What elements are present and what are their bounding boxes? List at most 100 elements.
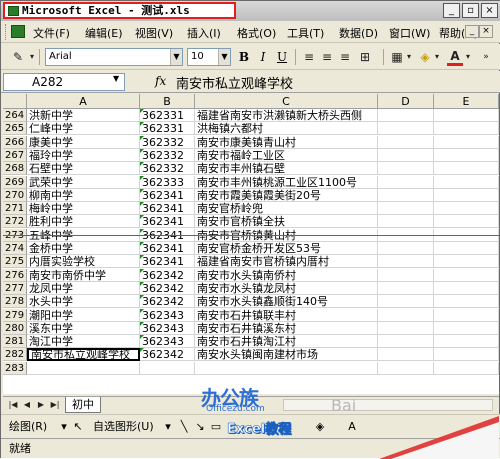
cell-b[interactable]: 362342 — [140, 295, 195, 309]
row-header[interactable]: 276 — [3, 268, 27, 282]
cell-e[interactable] — [434, 255, 499, 269]
cell-a[interactable] — [27, 361, 140, 375]
chevron-down-icon[interactable]: ▼ — [113, 74, 119, 83]
cell-b[interactable]: 362331 — [140, 109, 195, 122]
merge-center-icon[interactable]: ⊞ — [357, 49, 373, 65]
row-header[interactable]: 279 — [3, 308, 27, 322]
cell-a[interactable]: 武荣中学 — [27, 175, 140, 189]
row-header[interactable]: 275 — [3, 255, 27, 269]
cell-d[interactable] — [378, 242, 434, 255]
cell-d[interactable] — [378, 321, 434, 335]
cell-b[interactable]: 362333 — [140, 175, 195, 189]
close-button[interactable]: × — [481, 3, 498, 18]
column-header-e[interactable]: E — [434, 94, 499, 109]
menu-data[interactable]: 数据(D) — [339, 25, 378, 41]
cell-a[interactable]: 石壁中学 — [27, 162, 140, 176]
row-header[interactable]: 272 — [3, 215, 27, 229]
cell-e[interactable] — [434, 348, 499, 362]
cell-d[interactable] — [378, 361, 434, 375]
menu-format[interactable]: 格式(O) — [237, 25, 276, 41]
column-header-b[interactable]: B — [140, 94, 195, 109]
formula-input[interactable]: 南安市私立观峰学校 — [176, 73, 293, 92]
row-header[interactable]: 283 — [3, 361, 27, 375]
cell-a[interactable]: 梅岭中学 — [27, 202, 140, 216]
select-objects-icon[interactable]: ↖ — [71, 420, 85, 434]
fill-color-icon[interactable]: ◈ — [313, 420, 327, 434]
cell-c[interactable] — [195, 361, 378, 375]
chevron-down-icon[interactable]: ▾ — [161, 420, 175, 434]
cell-e[interactable] — [434, 148, 499, 162]
cell-c[interactable]: 南安市丰州镇桃源工业区1100号 — [195, 175, 378, 189]
format-painter-icon[interactable]: ✎ — [9, 49, 27, 65]
cell-b[interactable]: 362331 — [140, 122, 195, 136]
cell-d[interactable] — [378, 348, 434, 362]
rectangle-icon[interactable]: ▭ — [209, 420, 223, 434]
last-sheet-button[interactable]: ▶| — [49, 399, 61, 411]
chevron-down-icon[interactable]: ▾ — [464, 49, 472, 65]
toolbar-options-icon[interactable]: ▾ — [27, 49, 37, 65]
row-header[interactable]: 274 — [3, 242, 27, 255]
doc-minimize-button[interactable]: _ — [465, 25, 479, 38]
selected-cell[interactable]: 南安市私立观峰学校 — [27, 348, 140, 362]
font-name-combo[interactable]: Arial ▼ — [45, 48, 183, 66]
cell-a[interactable]: 康美中学 — [27, 135, 140, 149]
row-header[interactable]: 271 — [3, 202, 27, 216]
cell-c[interactable]: 南安市水头镇鑫顺街140号 — [195, 295, 378, 309]
draw-menu-button[interactable]: 绘图(R) — [9, 420, 47, 434]
cell-d[interactable] — [378, 281, 434, 295]
menu-view[interactable]: 视图(V) — [135, 25, 173, 41]
cell-b[interactable] — [140, 361, 195, 375]
cell-d[interactable] — [378, 268, 434, 282]
chevron-down-icon[interactable]: ▾ — [57, 420, 71, 434]
autoshapes-button[interactable]: 自选图形(U) — [93, 420, 154, 434]
cell-c[interactable]: 南安市水头镇龙凤村 — [195, 281, 378, 295]
select-all-corner[interactable] — [3, 94, 27, 109]
toolbar-options-icon[interactable]: » — [479, 49, 493, 65]
cell-b[interactable]: 362343 — [140, 308, 195, 322]
chevron-down-icon[interactable]: ▼ — [218, 49, 230, 65]
row-header[interactable]: 264 — [3, 109, 27, 122]
cell-c[interactable]: 南安市水头镇南侨村 — [195, 268, 378, 282]
font-size-combo[interactable]: 10 ▼ — [187, 48, 231, 66]
cell-a[interactable]: 内厝实验学校 — [27, 255, 140, 269]
line-icon[interactable]: ╲ — [177, 420, 191, 434]
cell-e[interactable] — [434, 175, 499, 189]
restore-button[interactable]: ▫ — [462, 3, 479, 18]
cell-c[interactable]: 南安官桥金桥开发区53号 — [195, 242, 378, 255]
cell-c[interactable]: 南安市石井镇淘江村 — [195, 335, 378, 349]
cell-d[interactable] — [378, 308, 434, 322]
cell-a[interactable]: 南安市南侨中学 — [27, 268, 140, 282]
font-color-icon[interactable]: A — [447, 49, 463, 66]
row-header[interactable]: 281 — [3, 335, 27, 349]
row-header[interactable]: 280 — [3, 321, 27, 335]
cell-b[interactable]: 362343 — [140, 321, 195, 335]
cell-d[interactable] — [378, 335, 434, 349]
cell-a[interactable]: 胜利中学 — [27, 215, 140, 229]
cell-b[interactable]: 362343 — [140, 335, 195, 349]
cell-e[interactable] — [434, 268, 499, 282]
cell-c[interactable]: 福建省南安市洪濑镇新大桥头西侧 — [195, 109, 378, 122]
cell-c[interactable]: 福建省南安市官桥镇内厝村 — [195, 255, 378, 269]
cell-e[interactable] — [434, 361, 499, 375]
cell-e[interactable] — [434, 321, 499, 335]
cell-d[interactable] — [378, 148, 434, 162]
bold-button[interactable]: B — [236, 49, 252, 65]
cell-c[interactable]: 洪梅镇六都村 — [195, 122, 378, 136]
workbook-icon[interactable] — [11, 25, 25, 38]
fill-color-icon[interactable]: ◈ — [417, 49, 433, 65]
cell-c[interactable]: 南安市霞美镇霞美街20号 — [195, 188, 378, 202]
cell-d[interactable] — [378, 215, 434, 229]
underline-button[interactable]: U — [274, 49, 290, 65]
cell-c[interactable]: 南安市福岭工业区 — [195, 148, 378, 162]
borders-icon[interactable]: ▦ — [389, 49, 405, 65]
arrow-icon[interactable]: ↘ — [193, 420, 207, 434]
cell-b[interactable]: 362341 — [140, 215, 195, 229]
cell-b[interactable]: 362342 — [140, 348, 195, 362]
cell-d[interactable] — [378, 135, 434, 149]
sheet-tab-active[interactable]: 初中 — [65, 397, 101, 413]
cell-b[interactable]: 362342 — [140, 268, 195, 282]
row-header[interactable]: 267 — [3, 148, 27, 162]
cell-a[interactable]: 金桥中学 — [27, 242, 140, 255]
cell-e[interactable] — [434, 109, 499, 122]
row-header[interactable]: 278 — [3, 295, 27, 309]
